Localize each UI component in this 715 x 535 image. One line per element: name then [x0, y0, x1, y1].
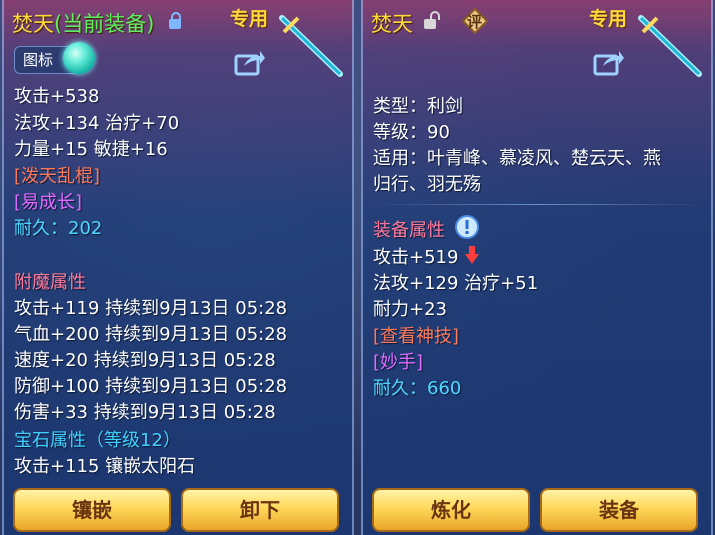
- skill-link[interactable]: [易成长]: [14, 188, 82, 214]
- sword-icon: [279, 15, 343, 77]
- item-level: 等级：90: [373, 122, 450, 143]
- sword-icon: [638, 15, 702, 77]
- skill-link[interactable]: [泼天乱棍]: [14, 162, 100, 188]
- skill-link[interactable]: [妙手]: [373, 348, 423, 374]
- decrease-arrow-icon: [465, 246, 479, 264]
- stat-stamina: 耐力+23: [373, 299, 447, 320]
- info-icon[interactable]: [455, 215, 479, 239]
- enchant-line: 攻击+119 持续到9月13日 05:28: [14, 298, 288, 319]
- enchant-line: 速度+20 持续到9月13日 05:28: [14, 350, 276, 371]
- item-title: 焚天(当前装备): [12, 8, 154, 38]
- inlay-button[interactable]: 镶嵌: [13, 488, 171, 532]
- icon-toggle[interactable]: 图标: [14, 42, 96, 74]
- applicable-characters-cont: 归行、羽无殇: [373, 174, 481, 195]
- enchant-line: 气血+200 持续到9月13日 05:28: [14, 324, 288, 345]
- enchant-line: 防御+100 持续到9月13日 05:28: [14, 376, 288, 397]
- divider: [373, 204, 703, 205]
- share-icon[interactable]: [234, 48, 266, 76]
- stat-magic-heal: 法攻+134 治疗+70: [14, 113, 180, 134]
- item-name: 焚天: [371, 12, 413, 36]
- applicable-characters: 适用：叶青峰、慕凌风、楚云天、燕: [373, 148, 661, 169]
- lock-icon[interactable]: [169, 12, 181, 29]
- skill-link[interactable]: [查看神技]: [373, 322, 459, 348]
- unequip-button[interactable]: 卸下: [181, 488, 339, 532]
- enchant-header: 附魔属性: [14, 272, 86, 293]
- review-badge-label: 评: [467, 13, 483, 31]
- durability: 耐久：660: [373, 378, 462, 399]
- stat-str-agi: 力量+15 敏捷+16: [14, 139, 168, 160]
- item-type: 类型：利剑: [373, 96, 463, 117]
- refine-button[interactable]: 炼化: [372, 488, 530, 532]
- orb-icon: [63, 42, 96, 74]
- unlock-icon[interactable]: [424, 11, 440, 29]
- item-title: 焚天: [371, 8, 413, 38]
- item-detail-panel: 焚天 评 专用 类型：利剑 等级：90 适用：叶青峰、慕凌风、楚云天、燕 归行、…: [361, 0, 713, 535]
- icon-toggle-label: 图标: [23, 51, 54, 69]
- exclusive-label: 专用: [230, 8, 269, 30]
- review-badge[interactable]: 评: [461, 7, 489, 35]
- equip-attr-title: 装备属性: [373, 220, 445, 241]
- gem-header: 宝石属性（等级12）: [14, 430, 181, 451]
- exclusive-label: 专用: [589, 8, 628, 30]
- equip-attr-header: 装备属性: [373, 216, 445, 242]
- gem-line: 攻击+115 镶嵌太阳石: [14, 456, 196, 477]
- enchant-line: 伤害+33 持续到9月13日 05:28: [14, 402, 276, 423]
- stat-magic-heal: 法攻+129 治疗+51: [373, 273, 539, 294]
- item-name: 焚天: [12, 12, 54, 36]
- equip-button[interactable]: 装备: [540, 488, 698, 532]
- current-equipped-label: (当前装备): [54, 12, 155, 36]
- share-icon[interactable]: [593, 48, 625, 76]
- current-equipment-panel: 焚天(当前装备) 专用 图标 攻击+538 法攻+134 治疗+70 力量+15…: [2, 0, 354, 535]
- stat-attack: 攻击+519: [373, 247, 459, 268]
- stat-attack: 攻击+538: [14, 86, 100, 107]
- durability: 耐久：202: [14, 218, 103, 239]
